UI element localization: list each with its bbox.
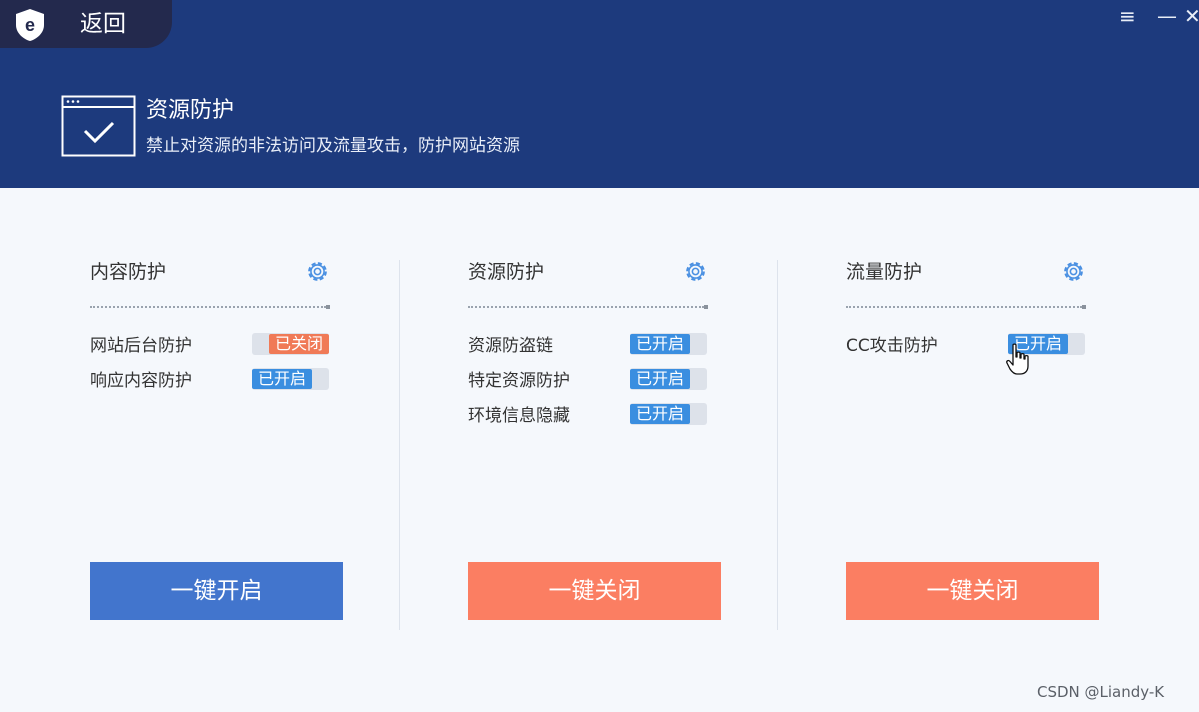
- toggle-state-label: 已开启: [252, 369, 312, 389]
- section-divider: [846, 306, 1082, 308]
- page-description: 禁止对资源的非法访问及流量攻击，防护网站资源: [146, 136, 520, 156]
- menu-button[interactable]: ≡: [1119, 4, 1136, 28]
- disable-all-button[interactable]: 一键关闭: [468, 562, 721, 620]
- gear-icon[interactable]: [1061, 259, 1086, 284]
- toggle-state-label: 已开启: [630, 404, 690, 424]
- section-divider: [468, 306, 704, 308]
- header-banner: e 返回 ≡ — ✕ 资源防护 禁止对资源的非法访问及流量攻击，防护网站资源: [0, 0, 1199, 188]
- toggle-switch[interactable]: 已开启: [252, 368, 329, 390]
- toggle-switch[interactable]: 已开启: [630, 403, 707, 425]
- toggle-state-label: 已关闭: [269, 334, 329, 354]
- item-label: 网站后台防护: [90, 336, 192, 356]
- item-label: 资源防盗链: [468, 336, 553, 356]
- disable-all-button[interactable]: 一键关闭: [846, 562, 1099, 620]
- divider-end-dot: [1082, 305, 1086, 309]
- toggle-switch[interactable]: 已开启: [630, 333, 707, 355]
- toggle-switch[interactable]: 已开启: [630, 368, 707, 390]
- item-label: CC攻击防护: [846, 336, 938, 356]
- divider-end-dot: [704, 305, 708, 309]
- gear-icon[interactable]: [305, 259, 330, 284]
- enable-all-button[interactable]: 一键开启: [90, 562, 343, 620]
- window-check-icon: [61, 95, 136, 157]
- svg-text:e: e: [25, 15, 35, 35]
- item-label: 环境信息隐藏: [468, 406, 570, 426]
- minimize-button[interactable]: —: [1157, 4, 1177, 28]
- item-label: 响应内容防护: [90, 371, 192, 391]
- toggle-switch[interactable]: 已关闭: [252, 333, 329, 355]
- column-divider: [777, 260, 778, 630]
- card-title: 流量防护: [846, 261, 923, 283]
- hand-cursor-icon: [1006, 343, 1029, 375]
- item-label: 特定资源防护: [468, 371, 570, 391]
- section-divider: [90, 306, 326, 308]
- card-title: 资源防护: [468, 261, 545, 283]
- toggle-state-label: 已开启: [630, 334, 690, 354]
- close-button[interactable]: ✕: [1184, 4, 1199, 28]
- back-label: 返回: [80, 11, 126, 37]
- toggle-state-label: 已开启: [630, 369, 690, 389]
- watermark: CSDN @Liandy-K: [1037, 683, 1165, 701]
- gear-icon[interactable]: [683, 259, 708, 284]
- back-button[interactable]: e 返回: [0, 0, 172, 48]
- app-logo-icon: e: [16, 9, 44, 41]
- column-divider: [399, 260, 400, 630]
- divider-end-dot: [326, 305, 330, 309]
- card-title: 内容防护: [90, 261, 167, 283]
- page-title: 资源防护: [146, 98, 235, 123]
